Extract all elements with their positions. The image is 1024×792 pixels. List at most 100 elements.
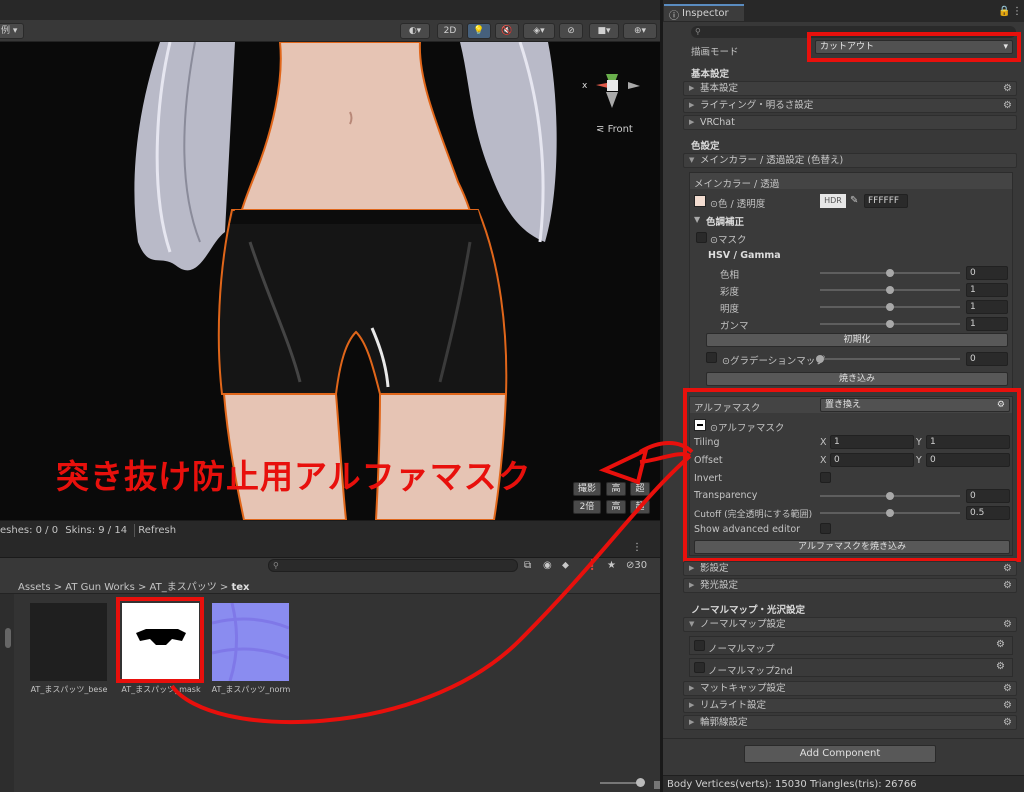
foldout-emission[interactable]: ▶ 発光設定 ⚙	[683, 578, 1017, 593]
hex-field[interactable]: FFFFFF	[864, 194, 908, 208]
mask-texture-slot[interactable]	[696, 232, 707, 243]
hsv-value[interactable]: 1	[966, 283, 1008, 297]
normal-section-title: ノーマルマップ・光沢設定	[691, 605, 806, 616]
shading-dropdown[interactable]: ◐▾	[400, 23, 430, 39]
effects-dropdown-icon[interactable]: ◈▾	[523, 23, 555, 39]
normal-map-2nd-row[interactable]: ノーマルマップ2nd ⚙	[689, 658, 1013, 677]
inspector-content: ⚲ 描画モード カットアウト ▾ 基本設定 ▶ 基本設定 ⚙ ▶ ライティング・明るさ設…	[663, 22, 1024, 792]
gear-icon[interactable]: ⚙	[1003, 618, 1012, 631]
capture-button[interactable]: 撮影	[573, 482, 601, 496]
audio-toggle-icon[interactable]: 🔇	[495, 23, 519, 39]
asset-grid: AT_まスパッツ_bese AT_まスパッツ_mask AT_まスパッツ_nor…	[14, 594, 660, 792]
foldout-shadow[interactable]: ▶ 影設定 ⚙	[683, 561, 1017, 576]
asset-thumb-bese[interactable]	[30, 603, 107, 681]
breadcrumb-tex[interactable]: tex	[231, 582, 249, 593]
tab-inspector[interactable]: ⓘ Inspector	[664, 4, 744, 22]
foldout-lighting[interactable]: ▶ ライティング・明るさ設定 ⚙	[683, 98, 1017, 113]
camera-dropdown-icon[interactable]: ■▾	[589, 23, 619, 39]
hsv-slider-knob[interactable]	[886, 286, 894, 294]
filter-type-icon[interactable]: ⧉	[524, 560, 531, 571]
gradation-label: ⊙グラデーションマップ	[722, 356, 825, 367]
gradation-slider[interactable]	[820, 358, 960, 360]
breadcrumb-at-spats[interactable]: AT_まスパッツ	[150, 582, 217, 593]
hidden-objects-icon[interactable]: ⊘	[559, 23, 583, 39]
star-icon[interactable]: ★	[607, 560, 616, 571]
hdr-color-field[interactable]: HDR	[820, 194, 846, 208]
gradation-texture-slot[interactable]	[706, 352, 717, 363]
add-component-button[interactable]: Add Component	[744, 745, 936, 763]
double-button[interactable]: 2倍	[573, 500, 601, 514]
high-button-2[interactable]: 高	[606, 500, 626, 514]
gear-icon[interactable]: ⚙	[996, 639, 1005, 650]
inspector-menu-icon[interactable]: ⋮	[1012, 6, 1022, 17]
kebab-menu-icon[interactable]: ⋮	[632, 542, 642, 553]
normal-map-toggle[interactable]	[694, 640, 705, 651]
hsv-title: HSV / Gamma	[708, 250, 781, 261]
gear-icon[interactable]: ⚙	[1003, 82, 1012, 95]
gizmos-dropdown-icon[interactable]: ⊕▾	[623, 23, 657, 39]
hsv-value[interactable]: 1	[966, 300, 1008, 314]
foldout-rimlight[interactable]: ▶ リムライト設定 ⚙	[683, 698, 1017, 713]
gear-icon[interactable]: ⚙	[1003, 699, 1012, 712]
foldout-main-color[interactable]: ▼ メインカラー / 透過設定 (色替え)	[683, 153, 1017, 168]
filter-label-icon[interactable]: ◉	[543, 560, 552, 571]
foldout-vrchat[interactable]: ▶ VRChat	[683, 115, 1017, 130]
gradation-slider-knob[interactable]	[816, 355, 824, 363]
zoom-slider[interactable]	[600, 782, 640, 784]
chevron-right-icon: ▶	[689, 718, 695, 726]
lighting-toggle-icon[interactable]: 💡	[467, 23, 491, 39]
lock-icon[interactable]: 🔒	[998, 6, 1010, 17]
chevron-down-icon[interactable]: ▼	[694, 215, 700, 224]
gear-icon[interactable]: ⚙	[1003, 562, 1012, 575]
chevron-right-icon: ▶	[689, 101, 695, 109]
asset-thumb-norm[interactable]	[211, 602, 290, 682]
eyedropper-icon[interactable]: ✎	[850, 195, 858, 206]
tree-scrollbar[interactable]	[5, 628, 11, 648]
zoom-slider-knob[interactable]	[636, 778, 645, 787]
normal-map-label: ノーマルマップ	[708, 644, 775, 655]
hsv-value[interactable]: 0	[966, 266, 1008, 280]
gear-icon[interactable]: ⚙	[996, 661, 1005, 672]
refresh-button[interactable]: Refresh	[134, 524, 180, 537]
asset-label-mask: AT_まスパッツ_mask	[121, 685, 201, 694]
super-button-2[interactable]: 超	[630, 500, 650, 514]
project-search-input[interactable]: ⚲	[268, 559, 518, 572]
super-button-1[interactable]: 超	[630, 482, 650, 496]
project-tree-panel[interactable]	[0, 594, 14, 792]
scene-viewport[interactable]: x ⋜ Front	[0, 42, 660, 520]
hsv-slider-knob[interactable]	[886, 320, 894, 328]
foldout-normal-map[interactable]: ▼ ノーマルマップ設定 ⚙	[683, 617, 1017, 632]
normal-map-row[interactable]: ノーマルマップ ⚙	[689, 636, 1013, 655]
orientation-gizmo[interactable]: x	[582, 74, 640, 108]
tag-icon[interactable]: ⬥	[562, 560, 569, 571]
reset-button[interactable]: 初期化	[706, 333, 1008, 347]
hsv-slider-knob[interactable]	[886, 303, 894, 311]
draw-mode-dropdown[interactable]: 例 ▾	[0, 23, 24, 39]
high-button-1[interactable]: 高	[606, 482, 626, 496]
breadcrumb-assets[interactable]: Assets	[18, 582, 51, 593]
gear-icon[interactable]: ⚙	[1003, 716, 1012, 729]
hidden-packages-icon[interactable]: ⊘30	[626, 560, 647, 571]
gear-icon[interactable]: ⚙	[1003, 579, 1012, 592]
zoom-handle[interactable]	[654, 781, 660, 789]
bake-button[interactable]: 焼き込み	[706, 372, 1008, 386]
color-swatch[interactable]	[694, 195, 706, 207]
normal-map-2nd-toggle[interactable]	[694, 662, 705, 673]
main-color-box: メインカラー / 透過 ⊙色 / 透明度 HDR ✎ FFFFFF ▼ 色調補正…	[689, 172, 1013, 390]
gear-icon[interactable]: ⚙	[1003, 682, 1012, 695]
alert-icon[interactable]: ❗	[586, 560, 598, 571]
hsv-slider-knob[interactable]	[886, 269, 894, 277]
chevron-right-icon: ▶	[689, 564, 695, 572]
gradation-value[interactable]: 0	[966, 352, 1008, 366]
hsv-label: 色相	[720, 270, 740, 281]
color-correction-title: 色調補正	[706, 217, 745, 228]
mode-2d-button[interactable]: 2D	[437, 23, 463, 39]
hsv-value[interactable]: 1	[966, 317, 1008, 331]
gear-icon[interactable]: ⚙	[1003, 99, 1012, 112]
foldout-matcap[interactable]: ▶ マットキャップ設定 ⚙	[683, 681, 1017, 696]
breadcrumb-at-gun-works[interactable]: AT Gun Works	[65, 582, 135, 593]
chevron-down-icon: ▼	[689, 620, 695, 628]
foldout-basic[interactable]: ▶ 基本設定 ⚙	[683, 81, 1017, 96]
foldout-outline[interactable]: ▶ 輪郭線設定 ⚙	[683, 715, 1017, 730]
chevron-right-icon: ▶	[689, 581, 695, 589]
